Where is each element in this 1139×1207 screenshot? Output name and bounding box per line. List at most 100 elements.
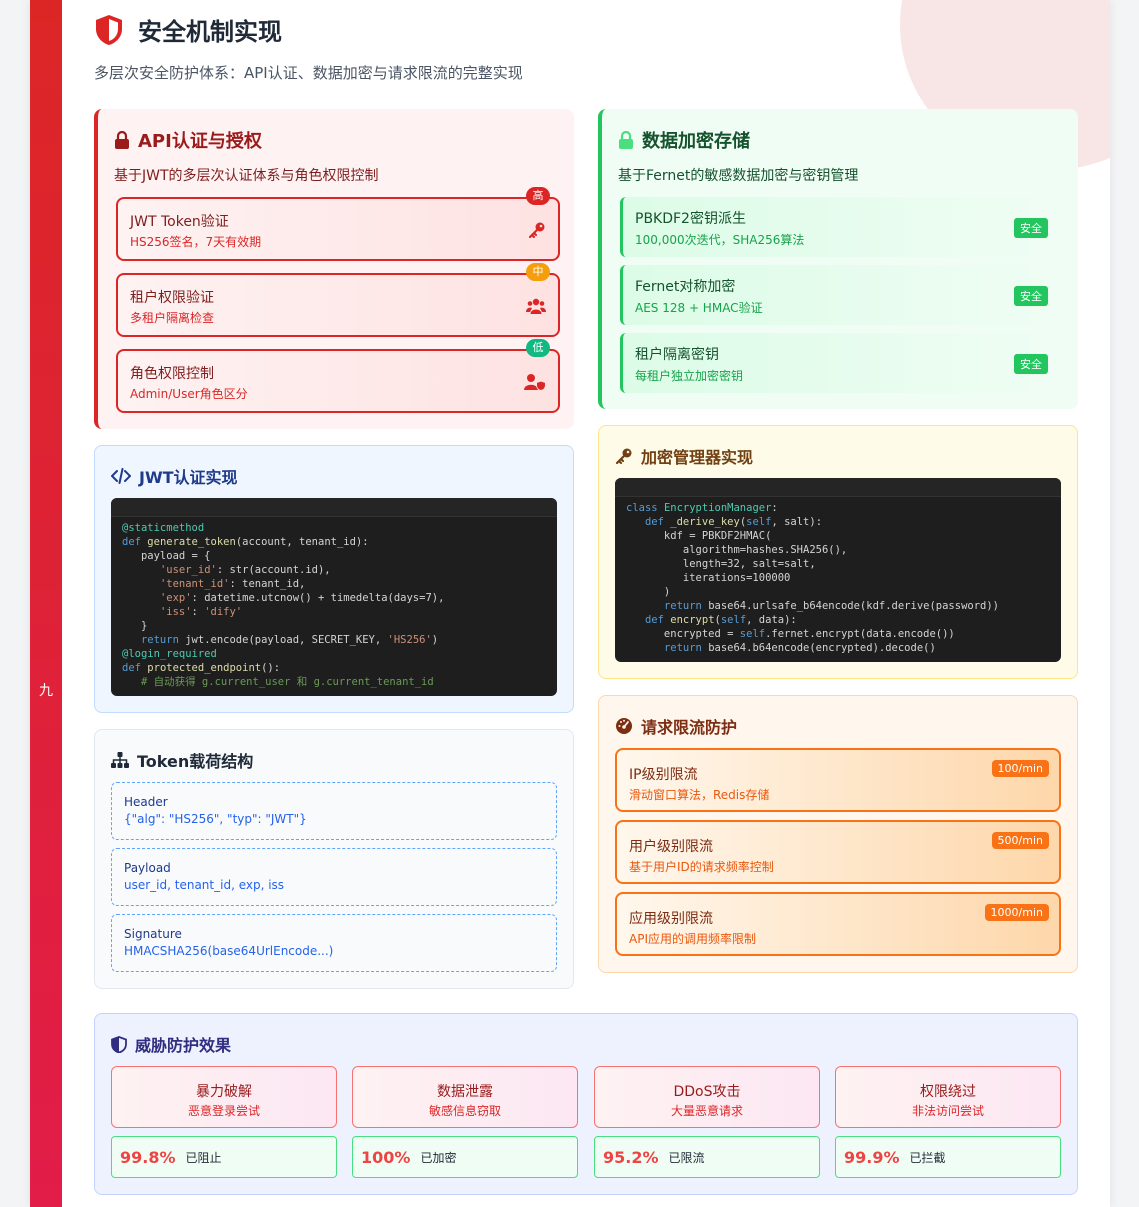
code-token: base64.b64encode(encrypted).decode() [708,642,936,654]
rate-badge: 500/min [991,832,1049,849]
key-icon [615,448,632,465]
code-token: return [140,634,186,646]
code-token: 'HS256' [387,634,432,646]
auth-item-sub: HS256签名，7天有效期 [130,235,262,249]
enc-item-sub: AES 128 + HMAC验证 [635,301,763,315]
threat-privilege-bypass: 权限绕过 非法访问尝试 [835,1066,1061,1128]
token-part-title: Header [124,795,168,809]
manager-code: class EncryptionManager: def _derive_key… [615,497,1061,659]
threat-ddos: DDoS攻击 大量恶意请求 [594,1066,820,1128]
rate-limit-card: 请求限流防护 IP级别限流 滑动窗口算法，Redis存储 100/min 用户级… [598,695,1078,973]
threat-protection-card: 威胁防护效果 暴力破解 恶意登录尝试 数据泄露 敏感信息窃取 DDoS攻击 大量… [94,1013,1078,1195]
code-token: .fernet.encrypt(data.encode()) [765,628,955,640]
code-token: encrypted = [626,628,740,640]
api-auth-title: API认证与授权 [138,131,262,152]
auth-item-tenant[interactable]: 租户权限验证 多租户隔离检查 中 [116,263,560,337]
rate-item-sub: API应用的调用频率限制 [629,932,756,946]
stat-value: 99.9% [844,1147,900,1167]
jwt-code: @staticmethod def generate_token(account… [111,517,557,693]
code-token: class [626,502,664,514]
code-token: # 自动获得 g.current_user 和 g.current_tenant… [122,676,434,688]
token-part-value: {"alg": "HS256", "typ": "JWT"} [124,812,307,826]
code-token: : [191,606,205,618]
enc-item-title: Fernet对称加密 [635,279,736,295]
code-icon [111,468,131,484]
data-encryption-title: 数据加密存储 [642,131,750,152]
token-structure-title: Token载荷结构 [137,752,254,771]
code-token: def [122,662,148,674]
stat-value: 95.2% [603,1147,659,1167]
encryption-manager-card: 加密管理器实现 class EncryptionManager: def _de… [598,425,1078,679]
threat-data-leak: 数据泄露 敏感信息窃取 [352,1066,578,1128]
code-token: self [739,628,766,640]
auth-item-sub: Admin/User角色区分 [130,387,248,401]
rate-item-sub: 滑动窗口算法，Redis存储 [629,788,770,802]
data-encryption-desc: 基于Fernet的敏感数据加密与密钥管理 [618,168,859,184]
code-token: protected_endpoint [147,662,262,674]
page-header: 安全机制实现 [94,12,282,47]
code-token: jwt.encode(payload, SECRET_KEY, [185,634,388,646]
code-token: def [122,536,148,548]
token-structure-card: Token载荷结构 Header {"alg": "HS256", "typ":… [94,729,574,989]
enc-item-fernet[interactable]: Fernet对称加密 AES 128 + HMAC验证 安全 [620,265,1060,325]
code-token: 'iss' [159,606,192,618]
rate-item-app[interactable]: 应用级别限流 API应用的调用频率限制 1000/min [615,892,1061,956]
safe-badge: 安全 [1014,218,1048,238]
code-token: generate_token [147,536,236,548]
rate-item-title: IP级别限流 [629,767,698,783]
code-token: : datetime.utcnow() + timedelta(days=7), [191,592,445,604]
level-badge-medium: 中 [526,263,550,281]
threat-sub: 大量恶意请求 [670,1104,743,1118]
code-token: @staticmethod [122,522,205,534]
stat-brute-force: 99.8% 已阻止 [111,1136,337,1178]
enc-item-pbkdf2[interactable]: PBKDF2密钥派生 100,000次迭代，SHA256算法 安全 [620,197,1060,257]
token-signature: Signature HMACSHA256(base64UrlEncode...) [111,914,557,972]
rate-limit-title: 请求限流防护 [641,718,738,737]
code-token: EncryptionManager [663,502,772,514]
stat-value: 99.8% [120,1147,176,1167]
code-token: payload = { [122,550,211,562]
auth-item-title: JWT Token验证 [130,214,229,230]
code-token: base64.urlsafe_b64encode(kdf.derive(pass… [708,600,999,612]
jwt-impl-card: JWT认证实现 @staticmethod def generate_token… [94,445,574,713]
auth-item-title: 角色权限控制 [130,366,214,382]
page-subtitle: 多层次安全防护体系：API认证、数据加密与请求限流的完整实现 [94,64,523,82]
rate-item-ip[interactable]: IP级别限流 滑动窗口算法，Redis存储 100/min [615,748,1061,812]
code-token: kdf = PBKDF2HMAC( [626,530,772,542]
lock-icon [619,131,633,149]
code-token: 'user_id' [159,564,217,576]
code-token: iterations=100000 [626,572,791,584]
enc-item-tenant-key[interactable]: 租户隔离密钥 每租户独立加密密钥 安全 [620,333,1060,393]
page-title: 安全机制实现 [138,18,282,46]
enc-item-sub: 每租户独立加密密钥 [635,369,744,383]
gauge-icon [616,718,632,734]
encryption-manager-title: 加密管理器实现 [641,448,754,467]
code-token: return [663,642,709,654]
threat-title: 权限绕过 [920,1084,976,1100]
code-token: self [720,614,747,626]
auth-item-jwt[interactable]: JWT Token验证 HS256签名，7天有效期 高 [116,187,560,261]
safe-badge: 安全 [1014,286,1048,306]
rate-item-user[interactable]: 用户级别限流 基于用户ID的请求频率控制 500/min [615,820,1061,884]
code-token: return [663,600,709,612]
enc-item-title: 租户隔离密钥 [635,347,719,363]
code-token: 'exp' [159,592,192,604]
code-token: self [746,516,772,528]
auth-item-role[interactable]: 角色权限控制 Admin/User角色区分 低 [116,339,560,413]
api-auth-desc: 基于JWT的多层次认证体系与角色权限控制 [114,168,379,184]
code-token: , data): [746,614,797,626]
auth-item-sub: 多租户隔离检查 [130,311,215,325]
threat-sub: 恶意登录尝试 [187,1104,260,1118]
code-token: ) [626,586,671,598]
code-toolbar [615,478,1061,497]
manager-code-block: class EncryptionManager: def _derive_key… [615,478,1061,662]
shield-icon [96,14,122,45]
code-token: (): [261,662,281,674]
